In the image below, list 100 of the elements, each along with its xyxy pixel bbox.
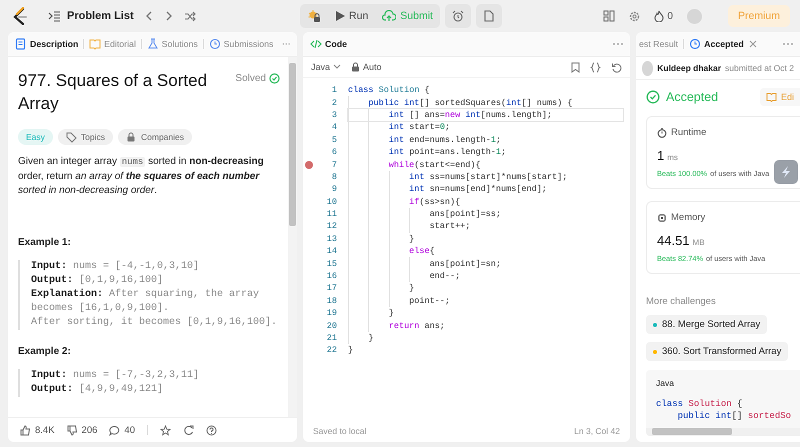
tag-chip[interactable]: Companies (118, 129, 192, 145)
help-icon[interactable] (206, 424, 217, 436)
challenge-link[interactable]: 360. Sort Transformed Array (646, 342, 788, 361)
line-number: 17 (326, 283, 337, 294)
problem-list-button[interactable]: Problem List (48, 10, 134, 22)
history-icon (208, 38, 221, 50)
breakpoint-dot[interactable] (305, 160, 313, 169)
scrollbar-thumb[interactable] (652, 428, 732, 435)
line-number: 7 (330, 160, 337, 170)
line-number: 9 (330, 184, 337, 194)
code-line: else{ (409, 246, 435, 256)
line-number: 6 (330, 147, 337, 158)
alarm-clock-icon (452, 10, 464, 22)
reset-icon[interactable] (611, 62, 622, 72)
settings-icon[interactable] (629, 10, 640, 22)
tag-chip[interactable]: Topics (58, 129, 113, 145)
submission-time: submitted at Oct 2 (725, 63, 794, 73)
code-line: int start=0; (388, 122, 450, 132)
code-line: } (409, 283, 414, 294)
run-button[interactable]: Run (328, 4, 376, 28)
more-icon[interactable] (782, 42, 794, 46)
flame-icon (654, 10, 664, 22)
tab[interactable]: Accepted (688, 38, 745, 50)
code-icon (310, 39, 322, 49)
code-line: int sn=nums[end]*nums[end]; (409, 184, 547, 194)
cursor-position: Ln 3, Col 42 (574, 426, 620, 436)
bookmark-icon[interactable] (571, 62, 580, 72)
line-number: 22 (326, 345, 337, 356)
book-icon (89, 38, 102, 50)
code-line: } (388, 308, 394, 318)
challenge-link[interactable]: 88. Merge Sorted Array (646, 315, 768, 334)
close-icon[interactable] (748, 40, 757, 48)
line-number: 4 (330, 122, 337, 132)
line-number: 10 (326, 196, 337, 207)
logo-icon[interactable] (12, 7, 28, 25)
next-icon[interactable] (164, 10, 174, 22)
example-line: After sorting, it becomes [0,1,9,16,100]. (31, 316, 278, 330)
previous-icon[interactable] (144, 10, 154, 22)
line-number: 18 (326, 296, 337, 306)
thumbs-down-icon (66, 424, 78, 436)
chevron-down-icon (333, 64, 342, 70)
code-line: } (368, 333, 374, 343)
example-line: Input: nums = [-7,-3,2,3,11] (31, 368, 200, 382)
line-number: 3 (330, 110, 337, 120)
code-line: while(start<=end){ (388, 160, 481, 170)
problem-title: 977. Squares of a Sorted Array (18, 70, 208, 115)
like-button[interactable]: 8.4K (20, 424, 55, 436)
layout-icon[interactable] (603, 10, 616, 22)
dislike-button[interactable]: 206 (66, 424, 98, 436)
verdict-label: Accepted (666, 90, 718, 104)
code-line: int end=nums.length-1; (388, 134, 502, 145)
line-number: 5 (330, 134, 337, 145)
more-icon[interactable] (612, 42, 624, 46)
example-line: Output: [4,9,9,49,121] (31, 382, 164, 396)
floating-button[interactable] (774, 160, 798, 184)
history-icon (689, 38, 702, 50)
example-heading: Example 2: (18, 346, 72, 356)
timer-button[interactable] (444, 4, 471, 28)
star-icon[interactable] (160, 424, 171, 436)
braces-icon[interactable] (590, 62, 601, 72)
code-line: start++; (430, 221, 470, 232)
more-icon[interactable] (282, 42, 292, 46)
stat-label: Runtime (671, 127, 706, 138)
language-dropdown[interactable]: Java (311, 62, 342, 72)
example-line: Explanation: After squaring, the array becomes [16,1,0,9,100]. (31, 288, 260, 316)
comments-button[interactable]: 40 (109, 424, 135, 436)
check-circle-icon (269, 73, 280, 84)
shuffle-icon[interactable] (184, 10, 196, 22)
streak-counter[interactable]: 0 (654, 10, 673, 22)
problem-description: Given an integer array nums sorted in non-decreasing order, return an array of the squares of each number sorted in non-decreasing order. (18, 155, 265, 198)
line-number: 11 (326, 209, 337, 220)
code-tab[interactable]: Code (309, 39, 348, 49)
speech-bubble-icon (109, 424, 120, 436)
code-line: public int[] sortedSo (676, 410, 792, 422)
save-status: Saved to local (313, 426, 366, 436)
line-number: 15 (326, 258, 337, 269)
code-line: point--; (409, 296, 450, 306)
code-line: ans[point]=sn; (430, 258, 501, 269)
auto-mode-button[interactable]: Auto (351, 62, 382, 72)
code-line: if(ss>sn){ (409, 196, 460, 207)
line-number: 16 (326, 271, 337, 282)
solved-label: Solved (235, 73, 266, 84)
notes-button[interactable] (476, 4, 502, 28)
play-icon (335, 10, 346, 22)
tab[interactable]: Description (14, 38, 80, 50)
code-line: ans[point]=ss; (430, 209, 501, 220)
scrollbar-thumb[interactable] (289, 63, 296, 226)
line-number: 13 (326, 234, 337, 244)
share-icon[interactable] (182, 424, 194, 436)
example-line: Output: [0,1,9,16,100] (31, 274, 164, 288)
user-name[interactable]: Kuldeep dhakar (657, 63, 722, 73)
code-line: int ss=nums[start]*nums[start]; (409, 172, 568, 182)
stopwatch-icon (657, 128, 667, 138)
document-icon (484, 10, 494, 22)
code-line: return ans; (388, 320, 445, 331)
stat-unit: ms (667, 153, 678, 162)
lock-icon (126, 132, 137, 142)
stat-label: Memory (671, 212, 706, 223)
section-heading: More challenges (646, 296, 717, 307)
snippet-language: Java (656, 378, 675, 388)
